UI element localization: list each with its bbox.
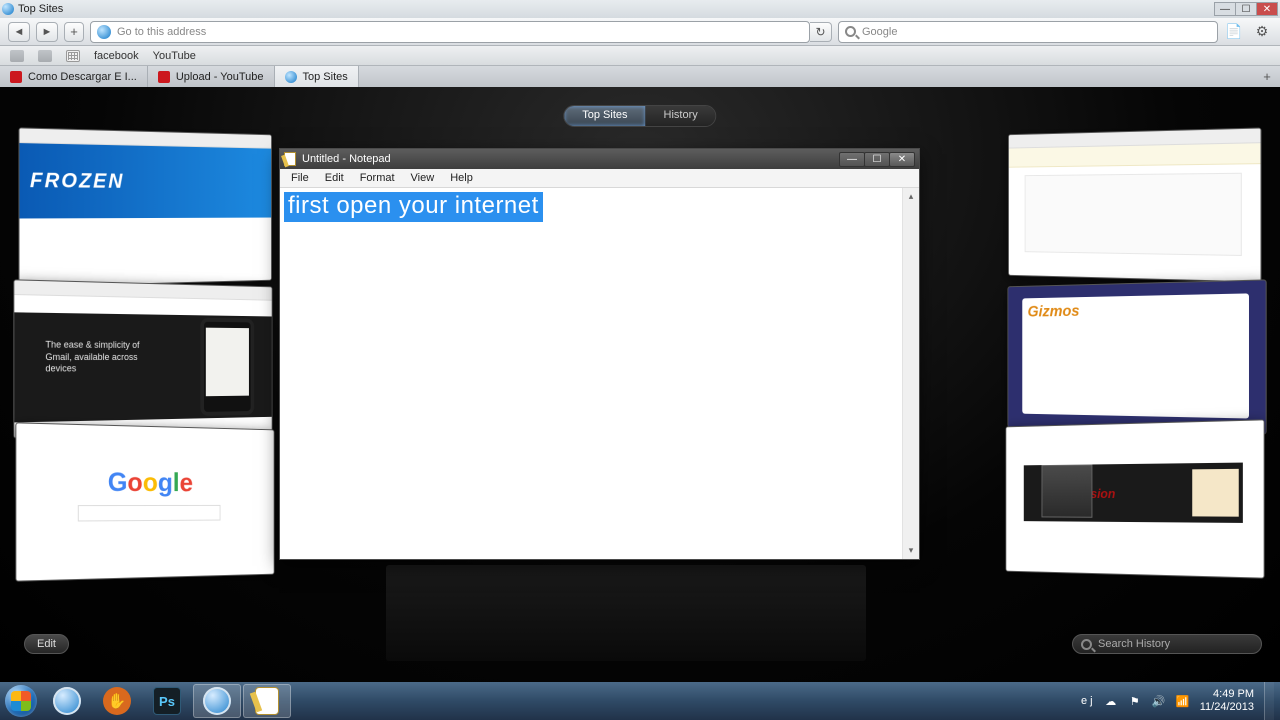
forward-button[interactable]: ► — [36, 22, 58, 42]
tab-bar: Como Descargar E I... Upload - YouTube T… — [0, 66, 1280, 87]
taskbar-safari-running[interactable] — [193, 684, 241, 718]
window-titlebar[interactable]: Top Sites — ☐ ✕ — [0, 0, 1280, 18]
tab-como-descargar[interactable]: Como Descargar E I... — [0, 66, 148, 87]
safari-icon — [53, 687, 81, 715]
tab-label: Top Sites — [303, 71, 348, 83]
tab-label: Como Descargar E I... — [28, 71, 137, 83]
photoshop-icon: Ps — [153, 687, 181, 715]
thumb-gmail[interactable]: The ease & simplicity of Gmail, availabl… — [13, 279, 272, 438]
minimize-button[interactable]: — — [1214, 2, 1236, 16]
window-title: Top Sites — [18, 3, 63, 15]
seg-top-sites[interactable]: Top Sites — [564, 106, 645, 126]
search-history-placeholder: Search History — [1098, 638, 1170, 650]
segmented-control: Top Sites History — [563, 105, 716, 127]
taskbar-safari[interactable] — [43, 684, 91, 718]
search-icon — [845, 26, 856, 37]
youtube-icon — [10, 71, 22, 83]
thumb-translate[interactable] — [1008, 127, 1262, 282]
notepad-maximize-button[interactable]: ☐ — [864, 152, 890, 167]
menu-file[interactable]: File — [284, 171, 316, 185]
thumb-youtube[interactable]: FROZEN — [18, 127, 272, 287]
notepad-scrollbar[interactable]: ▴ ▾ — [902, 188, 919, 559]
tray-ej-icon[interactable]: e j — [1080, 694, 1094, 708]
reload-button[interactable]: ↻ — [810, 22, 832, 42]
tray-cloud-icon[interactable]: ☁ — [1104, 694, 1118, 708]
gizmos-logo: Gizmos — [1028, 300, 1243, 322]
menu-format[interactable]: Format — [353, 171, 402, 185]
taskbar-app-paw[interactable] — [93, 684, 141, 718]
notepad-icon — [255, 687, 279, 715]
tray-volume-icon[interactable]: 🔊 — [1152, 694, 1166, 708]
reading-list-icon[interactable] — [10, 50, 24, 62]
notepad-window[interactable]: Untitled - Notepad — ☐ ✕ File Edit Forma… — [279, 148, 920, 560]
edit-button[interactable]: Edit — [24, 634, 69, 654]
new-tab-button[interactable]: + — [1260, 69, 1274, 83]
back-button[interactable]: ◄ — [8, 22, 30, 42]
paw-icon — [103, 687, 131, 715]
taskbar-notepad-running[interactable] — [243, 684, 291, 718]
tray-time: 4:49 PM — [1200, 688, 1254, 701]
safari-icon — [2, 3, 14, 15]
windows-orb-icon — [5, 685, 37, 717]
taskbar: Ps e j ☁ ⚑ 🔊 📶 4:49 PM 11/24/2013 — [0, 682, 1280, 720]
maximize-button[interactable]: ☐ — [1235, 2, 1257, 16]
notepad-textarea[interactable]: first open your internet ▴ ▾ — [280, 188, 919, 559]
gear-icon[interactable]: ⚙ — [1252, 22, 1272, 42]
system-tray: e j ☁ ⚑ 🔊 📶 4:49 PM 11/24/2013 — [1080, 682, 1280, 720]
notepad-text-selected: first open your internet — [284, 192, 543, 222]
taskbar-photoshop[interactable]: Ps — [143, 684, 191, 718]
bookmarks-icon[interactable] — [38, 50, 52, 62]
scroll-down-icon[interactable]: ▾ — [903, 542, 919, 559]
show-desktop-button[interactable] — [1264, 682, 1274, 720]
notepad-close-button[interactable]: ✕ — [889, 152, 915, 167]
address-bar[interactable]: Go to this address — [90, 21, 810, 43]
menu-edit[interactable]: Edit — [318, 171, 351, 185]
bookmarks-bar: facebook YouTube — [0, 46, 1280, 66]
scroll-up-icon[interactable]: ▴ — [903, 188, 919, 205]
safari-icon — [203, 687, 231, 715]
thumb-gizmos[interactable]: Gizmos — [1007, 279, 1266, 434]
thumb-google[interactable]: Google — [15, 422, 274, 581]
tab-label: Upload - YouTube — [176, 71, 264, 83]
window-controls: — ☐ ✕ — [1215, 2, 1278, 16]
notepad-menubar: File Edit Format View Help — [280, 169, 919, 188]
notepad-titlebar[interactable]: Untitled - Notepad — ☐ ✕ — [280, 149, 919, 169]
tray-clock[interactable]: 4:49 PM 11/24/2013 — [1200, 688, 1254, 714]
search-history-field[interactable]: Search History — [1072, 634, 1262, 654]
tab-upload-youtube[interactable]: Upload - YouTube — [148, 66, 275, 87]
notepad-title: Untitled - Notepad — [302, 153, 391, 165]
page-menu-icon[interactable]: 📄 — [1224, 22, 1244, 42]
youtube-icon — [158, 71, 170, 83]
menu-view[interactable]: View — [404, 171, 442, 185]
close-button[interactable]: ✕ — [1256, 2, 1278, 16]
tray-date: 11/24/2013 — [1200, 701, 1254, 714]
tray-flag-icon[interactable]: ⚑ — [1128, 694, 1142, 708]
address-placeholder: Go to this address — [117, 26, 206, 38]
search-placeholder: Google — [862, 26, 897, 38]
search-field[interactable]: Google — [838, 21, 1218, 43]
seg-history[interactable]: History — [646, 106, 716, 126]
add-bookmark-button[interactable]: + — [64, 22, 84, 42]
google-logo: Google — [108, 466, 193, 498]
notepad-minimize-button[interactable]: — — [839, 152, 865, 167]
bookmark-youtube[interactable]: YouTube — [153, 50, 196, 62]
tray-wifi-icon[interactable]: 📶 — [1176, 694, 1190, 708]
gmail-tagline: The ease & simplicity of Gmail, availabl… — [45, 339, 163, 375]
safari-icon — [285, 71, 297, 83]
tab-top-sites[interactable]: Top Sites — [275, 66, 359, 87]
toolbar: ◄ ► + Go to this address ↻ Google 📄 ⚙ — [0, 18, 1280, 46]
start-button[interactable] — [0, 682, 42, 720]
frozen-logo: FROZEN — [30, 169, 124, 193]
bookmark-facebook[interactable]: facebook — [94, 50, 139, 62]
compass-icon — [97, 25, 111, 39]
thumb-division[interactable]: Division — [1005, 419, 1264, 578]
menu-help[interactable]: Help — [443, 171, 480, 185]
search-icon — [1081, 639, 1092, 650]
thumb-hidden-row[interactable] — [386, 565, 866, 661]
topsites-icon[interactable] — [66, 50, 80, 62]
notepad-icon — [284, 152, 296, 166]
